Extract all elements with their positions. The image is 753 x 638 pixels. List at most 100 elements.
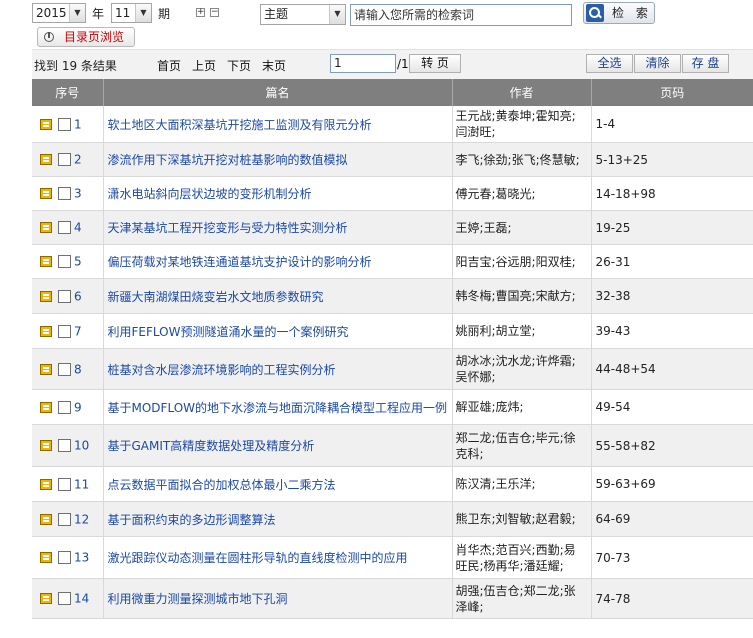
article-title-link[interactable]: 渗流作用下深基坑开挖对桩基影响的数值模拟	[108, 153, 348, 167]
remove-condition-icon[interactable]: −	[210, 8, 219, 17]
download-icon[interactable]	[40, 290, 52, 302]
row-author: 熊卫东;刘智敏;赵君毅;	[452, 501, 592, 537]
year-label: 年	[92, 7, 105, 21]
page-input[interactable]: 1	[330, 54, 396, 73]
download-icon[interactable]	[40, 440, 52, 452]
row-checkbox[interactable]	[58, 439, 71, 453]
field-select[interactable]: 主题 ▼	[260, 4, 346, 25]
row-number: 3	[74, 186, 82, 201]
directory-browse-button[interactable]: 目录页浏览	[37, 27, 135, 47]
row-checkbox[interactable]	[58, 477, 71, 491]
row-no-cell: 10	[32, 424, 104, 467]
row-checkbox[interactable]	[58, 117, 71, 131]
row-title-cell: 激光跟踪仪动态测量在圆柱形导轨的直线度检测中的应用	[103, 536, 453, 579]
row-title-cell: 点云数据平面拟合的加权总体最小二乘方法	[103, 466, 453, 502]
row-checkbox[interactable]	[58, 153, 71, 167]
download-icon[interactable]	[40, 154, 52, 166]
table-row: 4 天津某基坑工程开挖变形与受力特性实测分析 王婷;王磊; 19-25	[32, 210, 753, 245]
row-title-cell: 桩基对含水层渗流环境影响的工程实例分析	[103, 348, 453, 390]
row-no-cell: 12	[32, 501, 104, 537]
search-button[interactable]: 检 索	[583, 2, 655, 24]
clear-button[interactable]: 清除	[634, 54, 681, 73]
article-title-link[interactable]: 软土地区大面积深基坑开挖施工监测及有限元分析	[108, 118, 372, 132]
article-title-link[interactable]: 利用微重力测量探测城市地下孔洞	[108, 592, 288, 606]
table-row: 12 基于面积约束的多边形调整算法 熊卫东;刘智敏;赵君毅; 64-69	[32, 501, 753, 537]
row-checkbox[interactable]	[58, 551, 71, 565]
row-checkbox[interactable]	[58, 289, 71, 303]
article-title-link[interactable]: 天津某基坑工程开挖变形与受力特性实测分析	[108, 221, 348, 235]
article-title-link[interactable]: 基于面积约束的多边形调整算法	[108, 513, 276, 527]
download-icon[interactable]	[40, 401, 52, 413]
article-title-link[interactable]: 基于GAMIT高精度数据处理及精度分析	[108, 439, 315, 453]
row-checkbox[interactable]	[58, 362, 71, 376]
row-checkbox[interactable]	[58, 400, 71, 414]
table-row: 2 渗流作用下深基坑开挖对桩基影响的数值模拟 李飞;徐劲;张飞;佟慧敏; 5-13+2…	[32, 142, 753, 177]
row-checkbox[interactable]	[58, 512, 71, 526]
row-checkbox[interactable]	[58, 221, 71, 235]
download-icon[interactable]	[40, 363, 52, 375]
year-value: 2015	[36, 6, 67, 20]
download-icon[interactable]	[40, 256, 52, 268]
keyword-input[interactable]: 请输入您所需的检索词	[350, 4, 572, 26]
row-no-cell: 4	[32, 210, 104, 245]
row-number: 8	[74, 362, 82, 377]
chevron-down-icon: ▼	[69, 4, 85, 22]
download-icon[interactable]	[40, 325, 52, 337]
table-header: 序号 篇名 作者 页码	[32, 79, 753, 106]
download-icon[interactable]	[40, 222, 52, 234]
row-title-cell: 软土地区大面积深基坑开挖施工监测及有限元分析	[103, 106, 453, 143]
row-author: 姚丽利;胡立堂;	[452, 313, 592, 349]
table-row: 1 软土地区大面积深基坑开挖施工监测及有限元分析 王元战;黄泰坤;霍知亮;闫澍旺; 1…	[32, 106, 753, 143]
table-row: 11 点云数据平面拟合的加权总体最小二乘方法 陈汉清;王乐洋; 59-63+69	[32, 466, 753, 502]
row-no-cell: 6	[32, 278, 104, 314]
row-title-cell: 基于MODFLOW的地下水渗流与地面沉降耦合模型工程应用一例	[103, 389, 453, 425]
first-page-link[interactable]: 首页	[157, 57, 181, 74]
year-select[interactable]: 2015 ▼	[32, 3, 86, 23]
row-pages: 14-18+98	[591, 176, 753, 211]
download-icon[interactable]	[40, 593, 52, 605]
download-icon[interactable]	[40, 478, 52, 490]
last-page-link[interactable]: 末页	[262, 57, 286, 74]
row-checkbox[interactable]	[58, 187, 71, 201]
download-icon[interactable]	[40, 552, 52, 564]
go-page-button[interactable]: 转 页	[409, 54, 461, 73]
row-checkbox[interactable]	[58, 592, 71, 606]
row-no-cell: 1	[32, 106, 104, 143]
row-pages: 49-54	[591, 389, 753, 425]
prev-page-link[interactable]: 上页	[192, 57, 216, 74]
row-number: 13	[74, 550, 90, 565]
row-pages: 74-78	[591, 578, 753, 619]
article-title-link[interactable]: 新疆大南湖煤田烧变岩水文地质参数研究	[108, 290, 324, 304]
article-title-link[interactable]: 利用FEFLOW预测隧道涌水量的一个案例研究	[108, 325, 349, 339]
article-title-link[interactable]: 基于MODFLOW的地下水渗流与地面沉降耦合模型工程应用一例	[108, 401, 448, 415]
table-row: 10 基于GAMIT高精度数据处理及精度分析 郑二龙;伍吉仓;毕元;徐克科; 55-5…	[32, 424, 753, 467]
select-all-button[interactable]: 全选	[586, 54, 633, 73]
row-number: 1	[74, 117, 82, 132]
row-pages: 39-43	[591, 313, 753, 349]
issue-select[interactable]: 11 ▼	[111, 3, 152, 23]
row-no-cell: 9	[32, 389, 104, 425]
row-number: 11	[74, 477, 90, 492]
article-title-link[interactable]: 激光跟踪仪动态测量在圆柱形导轨的直线度检测中的应用	[108, 551, 408, 565]
row-no-cell: 13	[32, 536, 104, 579]
row-pages: 64-69	[591, 501, 753, 537]
add-condition-icon[interactable]: +	[196, 8, 205, 17]
row-no-cell: 5	[32, 244, 104, 279]
download-icon[interactable]	[40, 118, 52, 130]
article-title-link[interactable]: 桩基对含水层渗流环境影响的工程实例分析	[108, 363, 336, 377]
results-table: 序号 篇名 作者 页码 1 软土地区大面积深基坑开挖施工监测及有限元分析 王元战;黄…	[32, 79, 753, 619]
row-checkbox[interactable]	[58, 324, 71, 338]
header-author: 作者	[452, 79, 592, 106]
next-page-link[interactable]: 下页	[227, 57, 251, 74]
article-title-link[interactable]: 偏压荷载对某地铁连通道基坑支护设计的影响分析	[108, 255, 372, 269]
article-title-link[interactable]: 潇水电站斜向层状边坡的变形机制分析	[108, 187, 312, 201]
row-checkbox[interactable]	[58, 255, 71, 269]
save-button[interactable]: 存 盘	[682, 54, 729, 73]
download-icon[interactable]	[40, 188, 52, 200]
download-icon[interactable]	[40, 513, 52, 525]
row-title-cell: 基于GAMIT高精度数据处理及精度分析	[103, 424, 453, 467]
row-pages: 59-63+69	[591, 466, 753, 502]
row-author: 陈汉清;王乐洋;	[452, 466, 592, 502]
header-pages: 页码	[591, 79, 753, 106]
article-title-link[interactable]: 点云数据平面拟合的加权总体最小二乘方法	[108, 478, 336, 492]
